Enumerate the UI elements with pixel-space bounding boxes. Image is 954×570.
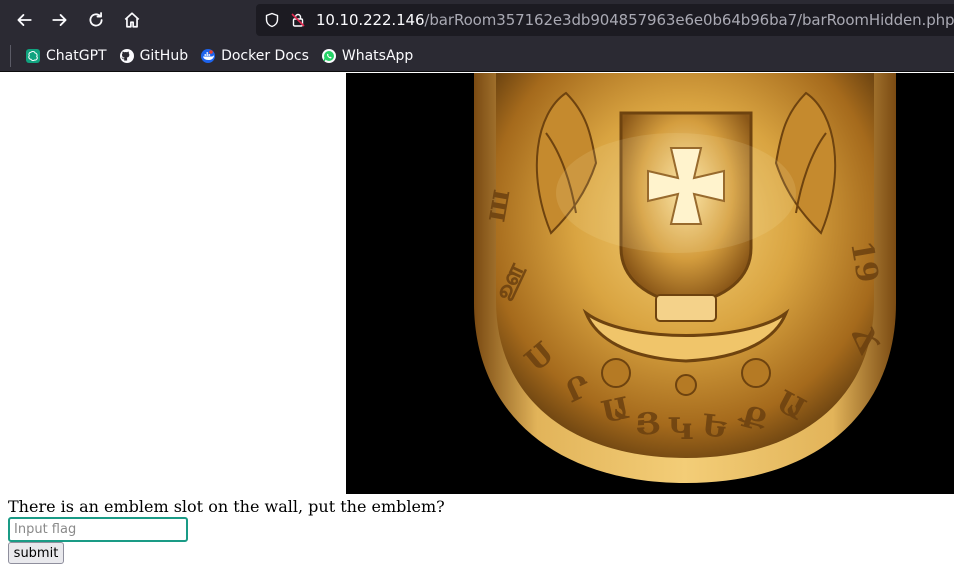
bookmark-label: GitHub bbox=[139, 47, 189, 64]
url-host: 10.10.222.146 bbox=[315, 11, 425, 29]
home-icon bbox=[124, 12, 140, 28]
svg-text:Կ: Կ bbox=[668, 412, 693, 447]
bookmark-label: WhatsApp bbox=[341, 47, 414, 64]
reload-button[interactable] bbox=[80, 4, 112, 36]
svg-text:19: 19 bbox=[843, 238, 885, 285]
bookmarks-separator bbox=[10, 44, 11, 67]
bookmark-label: ChatGPT bbox=[46, 47, 107, 64]
bookmark-whatsapp[interactable]: WhatsApp bbox=[317, 44, 417, 68]
bookmark-chatgpt[interactable]: ChatGPT bbox=[21, 44, 111, 68]
bookmark-github[interactable]: GitHub bbox=[115, 44, 193, 68]
bookmarks-toolbar: ChatGPT GitHub Docker Docs WhatsApp bbox=[0, 40, 954, 72]
back-arrow-icon bbox=[17, 14, 32, 26]
url-path: /barRoom357162e3db904857963e6e0b64b96ba7… bbox=[424, 11, 954, 29]
home-button[interactable] bbox=[116, 4, 148, 36]
url-bar[interactable]: 10.10.222.146/barRoom357162e3db904857963… bbox=[256, 4, 954, 36]
browser-toolbar: 10.10.222.146/barRoom357162e3db904857963… bbox=[0, 0, 954, 40]
back-button[interactable] bbox=[8, 4, 40, 36]
nav-buttons bbox=[0, 4, 148, 36]
reload-icon bbox=[89, 12, 103, 27]
docker-icon bbox=[200, 48, 216, 64]
bookmark-label: Docker Docs bbox=[221, 47, 309, 64]
flag-input[interactable] bbox=[8, 517, 188, 542]
emblem-prompt-text: There is an emblem slot on the wall, put… bbox=[8, 497, 445, 516]
svg-text:ш: ш bbox=[477, 187, 517, 225]
svg-text:Ե: Ե bbox=[700, 408, 729, 445]
forward-button[interactable] bbox=[44, 4, 76, 36]
chatgpt-icon bbox=[25, 48, 41, 64]
page-content: ш ஊ 19 Ճ Ս Ր Ա Յ Կ Ե Ք Ա There is an emb… bbox=[0, 73, 954, 570]
emblem-image: ш ஊ 19 Ճ Ս Ր Ա Յ Կ Ե Ք Ա bbox=[346, 73, 954, 494]
url-text[interactable]: 10.10.222.146/barRoom357162e3db904857963… bbox=[316, 11, 954, 29]
insecure-lock-icon[interactable] bbox=[288, 10, 308, 30]
submit-button[interactable]: submit bbox=[8, 542, 64, 564]
github-icon bbox=[119, 48, 135, 64]
tracking-protection-icon[interactable] bbox=[262, 10, 282, 30]
forward-arrow-icon bbox=[52, 14, 67, 26]
bookmark-docker-docs[interactable]: Docker Docs bbox=[196, 44, 313, 68]
svg-text:Յ: Յ bbox=[634, 406, 661, 443]
whatsapp-icon bbox=[321, 48, 337, 64]
